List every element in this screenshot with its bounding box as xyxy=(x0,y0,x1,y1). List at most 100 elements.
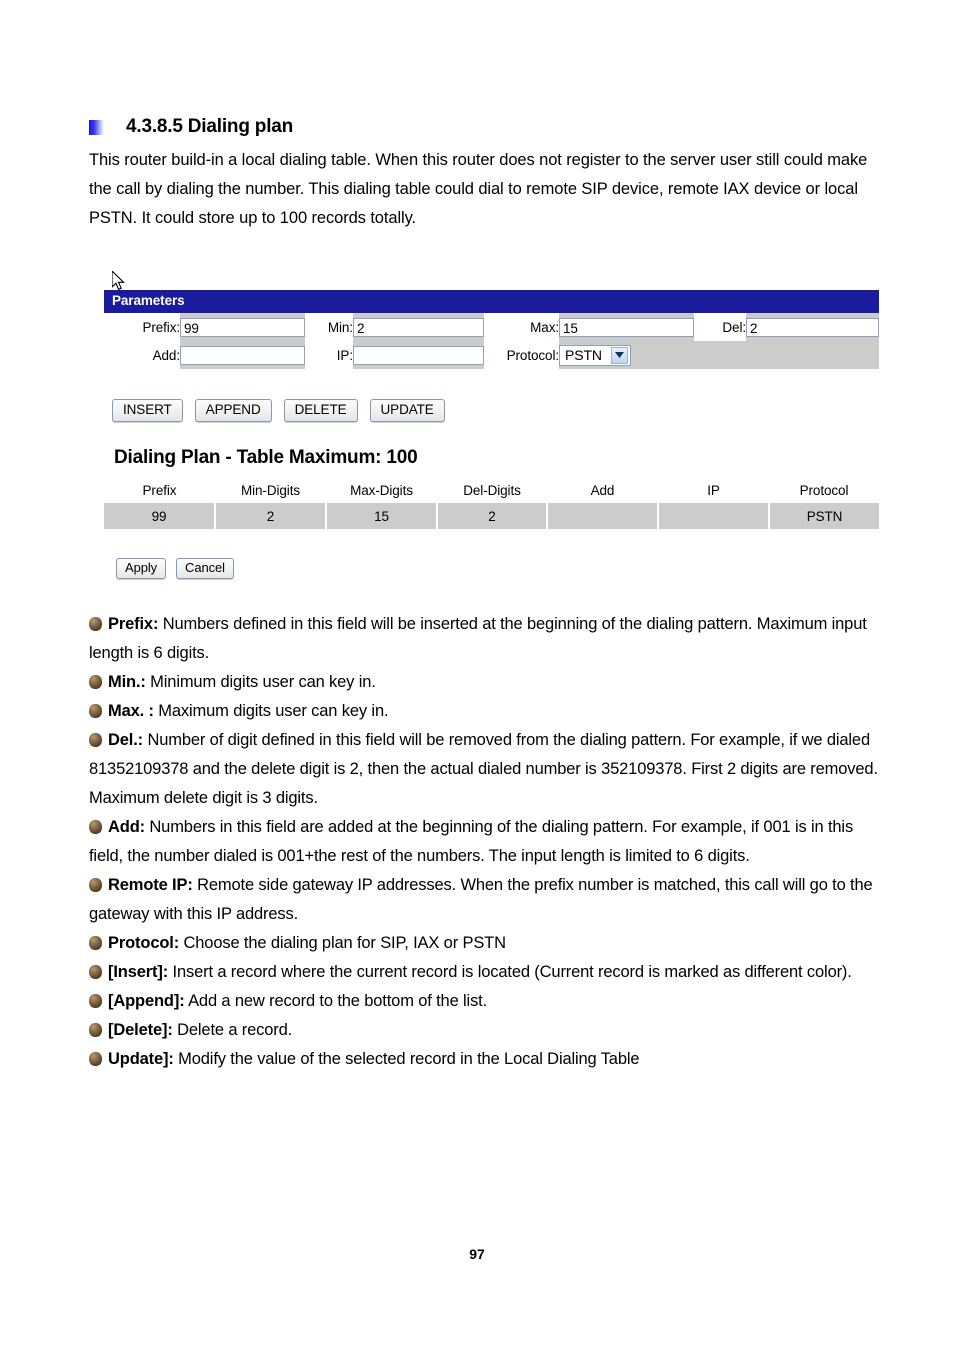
description-text: Minimum digits user can key in. xyxy=(145,673,376,691)
column-header-prefix: Prefix xyxy=(104,478,215,503)
description-term: Update]: xyxy=(108,1050,174,1068)
description-text: Delete a record. xyxy=(172,1021,293,1039)
description-text: Numbers defined in this field will be in… xyxy=(89,615,867,662)
cell-protocol[interactable]: PSTN xyxy=(769,503,879,529)
description-text: Remote side gateway IP addresses. When t… xyxy=(89,876,873,923)
cell-prefix[interactable]: 99 xyxy=(104,503,216,529)
cell-ip[interactable] xyxy=(658,503,770,529)
brown-sphere-bullet-icon xyxy=(89,617,102,631)
protocol-field-cell[interactable]: PSTN xyxy=(559,341,879,369)
field-descriptions: Prefix: Numbers defined in this field wi… xyxy=(89,610,884,1074)
brown-sphere-bullet-icon xyxy=(89,994,102,1008)
cell-max-digits[interactable]: 15 xyxy=(326,503,438,529)
description-item: Protocol: Choose the dialing plan for SI… xyxy=(89,929,884,958)
column-header-max-digits: Max-Digits xyxy=(326,478,437,503)
description-term: Remote IP: xyxy=(108,876,193,894)
prefix-field-cell[interactable]: 99 xyxy=(180,313,305,341)
description-text: Maximum digits user can key in. xyxy=(153,702,389,720)
del-field-cell[interactable]: 2 xyxy=(746,313,879,341)
dialing-plan-table: Prefix Min-Digits Max-Digits Del-Digits … xyxy=(104,478,879,529)
description-text: Number of digit defined in this field wi… xyxy=(89,731,878,807)
description-item: Add: Numbers in this field are added at … xyxy=(89,813,884,871)
description-text: Add a new record to the bottom of the li… xyxy=(184,992,488,1010)
prefix-label: Prefix: xyxy=(104,313,180,341)
prefix-input[interactable]: 99 xyxy=(180,317,305,337)
append-button[interactable]: APPEND xyxy=(194,399,272,422)
insert-button[interactable]: INSERT xyxy=(112,399,183,422)
cell-del-digits[interactable]: 2 xyxy=(437,503,548,529)
column-header-ip: IP xyxy=(658,478,769,503)
cell-add[interactable] xyxy=(547,503,659,529)
add-field-cell[interactable] xyxy=(180,341,305,369)
max-field-cell[interactable]: 15 xyxy=(559,313,694,341)
page-number: 97 xyxy=(469,1246,485,1262)
min-label: Min: xyxy=(305,313,353,341)
description-term: Protocol: xyxy=(108,934,180,952)
description-item: Prefix: Numbers defined in this field wi… xyxy=(89,610,884,668)
description-item: [Insert]: Insert a record where the curr… xyxy=(89,958,884,987)
add-label: Add: xyxy=(104,341,180,369)
max-label: Max: xyxy=(484,313,559,341)
update-button[interactable]: UPDATE xyxy=(369,399,445,422)
blue-gradient-square-icon xyxy=(89,119,104,135)
del-input[interactable]: 2 xyxy=(746,317,879,337)
ip-field-cell[interactable] xyxy=(353,341,484,369)
parameters-panel: Parameters Prefix: 99 Min: 2 Max: 15 Del… xyxy=(104,271,879,369)
add-input[interactable] xyxy=(180,345,305,365)
mouse-pointer-icon xyxy=(112,271,125,291)
brown-sphere-bullet-icon xyxy=(89,1023,102,1037)
parameters-form: Prefix: 99 Min: 2 Max: 15 Del: 2 Add: IP… xyxy=(104,313,879,369)
brown-sphere-bullet-icon xyxy=(89,965,102,979)
description-item: [Append]: Add a new record to the bottom… xyxy=(89,987,884,1016)
column-header-protocol: Protocol xyxy=(769,478,879,503)
table-row[interactable]: 99 2 15 2 PSTN xyxy=(104,503,879,529)
form-row-1: Prefix: 99 Min: 2 Max: 15 Del: 2 xyxy=(104,313,879,341)
description-item: Max. : Maximum digits user can key in. xyxy=(89,697,884,726)
description-item: Update]: Modify the value of the selecte… xyxy=(89,1045,884,1074)
description-text: Modify the value of the selected record … xyxy=(173,1050,640,1068)
column-header-add: Add xyxy=(547,478,658,503)
chevron-down-icon[interactable] xyxy=(611,346,628,364)
brown-sphere-bullet-icon xyxy=(89,733,102,747)
protocol-label: Protocol: xyxy=(484,341,559,369)
description-item: Remote IP: Remote side gateway IP addres… xyxy=(89,871,884,929)
section-heading: 4.3.8.5 Dialing plan xyxy=(89,116,293,138)
dialing-plan-title: Dialing Plan - Table Maximum: 100 xyxy=(114,447,418,468)
protocol-selected-value: PSTN xyxy=(565,346,602,363)
description-text: Numbers in this field are added at the b… xyxy=(89,818,854,865)
ip-label: IP: xyxy=(305,341,353,369)
description-text: Choose the dialing plan for SIP, IAX or … xyxy=(179,934,507,952)
column-header-del-digits: Del-Digits xyxy=(437,478,547,503)
cell-min-digits[interactable]: 2 xyxy=(215,503,327,529)
min-field-cell[interactable]: 2 xyxy=(353,313,484,341)
delete-button[interactable]: DELETE xyxy=(283,399,358,422)
record-action-buttons: INSERT APPEND DELETE UPDATE xyxy=(112,399,445,422)
column-header-min-digits: Min-Digits xyxy=(215,478,326,503)
description-term: Prefix: xyxy=(108,615,159,633)
description-term: Del.: xyxy=(108,731,144,749)
form-submit-buttons: Apply Cancel xyxy=(116,558,234,579)
brown-sphere-bullet-icon xyxy=(89,878,102,892)
panel-title: Parameters xyxy=(104,290,879,313)
description-item: Min.: Minimum digits user can key in. xyxy=(89,668,884,697)
table-header-row: Prefix Min-Digits Max-Digits Del-Digits … xyxy=(104,478,879,503)
description-term: [Delete]: xyxy=(108,1021,173,1039)
brown-sphere-bullet-icon xyxy=(89,820,102,834)
form-row-2: Add: IP: Protocol: PSTN xyxy=(104,341,879,369)
ip-input[interactable] xyxy=(353,345,484,365)
brown-sphere-bullet-icon xyxy=(89,675,102,689)
description-item: Del.: Number of digit defined in this fi… xyxy=(89,726,884,813)
description-text: Insert a record where the current record… xyxy=(168,963,852,981)
apply-button[interactable]: Apply xyxy=(116,558,167,579)
protocol-select[interactable]: PSTN xyxy=(559,344,631,366)
description-term: Add: xyxy=(108,818,145,836)
page-title: 4.3.8.5 Dialing plan xyxy=(126,116,294,137)
brown-sphere-bullet-icon xyxy=(89,704,102,718)
description-term: [Insert]: xyxy=(108,963,169,981)
description-term: Max. : xyxy=(108,702,154,720)
max-input[interactable]: 15 xyxy=(559,317,694,337)
min-input[interactable]: 2 xyxy=(353,317,484,337)
cancel-button[interactable]: Cancel xyxy=(176,558,234,579)
brown-sphere-bullet-icon xyxy=(89,1052,102,1066)
description-term: Min.: xyxy=(108,673,146,691)
